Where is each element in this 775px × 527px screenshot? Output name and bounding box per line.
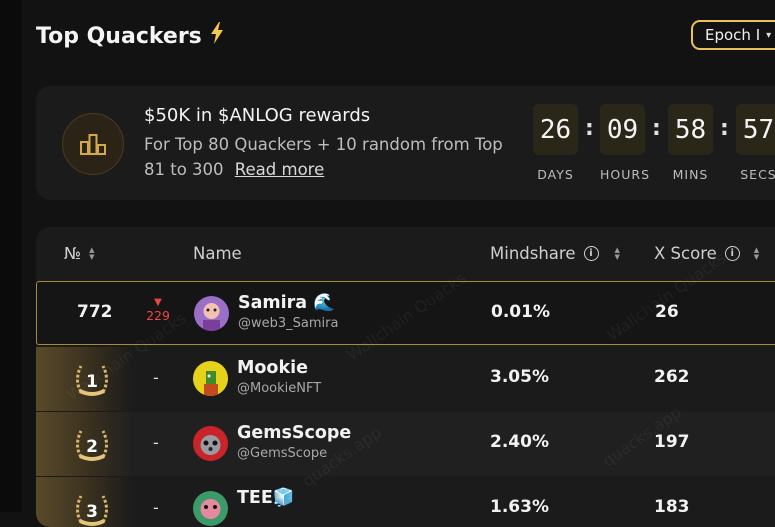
user-name: GemsScope [237, 423, 352, 443]
read-more-link[interactable]: Read more [235, 160, 324, 179]
countdown-separator: : [652, 116, 661, 141]
user-name: TEE🧊 [237, 488, 295, 508]
laurel-badge-icon: 2 [71, 423, 113, 465]
rewards-description: For Top 80 Quackers + 10 random from Top… [144, 135, 503, 179]
countdown-separator: : [720, 116, 729, 141]
page-title: Top Quackers [36, 22, 224, 50]
xscore-value: 262 [654, 367, 690, 387]
user-name: Samira 🌊 [238, 293, 335, 313]
rank-change: - [153, 433, 159, 452]
mindshare-value: 2.40% [490, 432, 549, 452]
avatar [193, 426, 228, 461]
table-header: № ▲ ▼ Name Mindshare i ▲ ▼ X Score i ▲ ▼ [36, 227, 775, 284]
user-handle: @GemsScope [237, 446, 328, 461]
column-xscore[interactable]: X Score i ▲ ▼ [654, 244, 759, 263]
laurel-badge-icon: 3 [71, 488, 113, 527]
left-sidebar-edge [0, 0, 22, 512]
column-name: Name [193, 244, 242, 263]
xscore-value: 26 [655, 302, 679, 322]
user-name: Mookie [237, 358, 308, 378]
countdown-separator: : [585, 116, 594, 141]
countdown-mins: 58 MINS [668, 104, 713, 182]
chevron-down-icon: ▾ [766, 29, 772, 41]
laurel-badge-icon: 1 [71, 358, 113, 400]
table-row[interactable]: 2 - GemsScope @GemsScope 2.40% 197 [36, 412, 775, 476]
table-row[interactable]: 3 - TEE🧊 1.63% 183 [36, 477, 775, 527]
sort-icon: ▲ ▼ [89, 245, 95, 261]
current-user-row[interactable]: 772 ▼ 229 Samira 🌊 @web3_Samira 0.01% 26 [36, 281, 775, 345]
avatar [193, 491, 228, 526]
rewards-banner: $50K in $ANLOG rewards For Top 80 Quacke… [36, 86, 775, 200]
column-rank[interactable]: № ▲ ▼ [64, 244, 95, 263]
lightning-bolt-icon [210, 22, 224, 50]
mindshare-value: 1.63% [490, 497, 549, 517]
trophy-podium-icon [62, 113, 124, 175]
sort-icon: ▲ ▼ [614, 245, 620, 261]
info-icon[interactable]: i [724, 246, 740, 261]
user-handle: @MookieNFT [237, 381, 322, 396]
mindshare-value: 3.05% [490, 367, 549, 387]
countdown-secs: 57 SECS [736, 104, 775, 182]
mindshare-value: 0.01% [491, 302, 550, 322]
xscore-value: 197 [654, 432, 690, 452]
rank-number: 772 [77, 302, 113, 322]
countdown-hours: 09 HOURS [600, 104, 650, 182]
epoch-select[interactable]: Epoch I ▾ [691, 20, 775, 50]
leaderboard-table: № ▲ ▼ Name Mindshare i ▲ ▼ X Score i ▲ ▼ 77… [36, 227, 775, 527]
sort-icon: ▲ ▼ [753, 245, 760, 261]
table-row[interactable]: 1 - Mookie @MookieNFT 3.05% 262 [36, 347, 775, 411]
avatar [194, 296, 229, 331]
rank-change-down: ▼ 229 [146, 297, 170, 324]
countdown-days: 26 DAYS [533, 104, 578, 182]
rewards-title: $50K in $ANLOG rewards [144, 105, 371, 126]
user-handle: @web3_Samira [238, 316, 339, 331]
xscore-value: 183 [654, 497, 690, 517]
rank-change: - [153, 368, 159, 387]
avatar [193, 361, 228, 396]
column-mindshare[interactable]: Mindshare i ▲ ▼ [490, 244, 620, 263]
triangle-down-icon: ▼ [154, 297, 162, 308]
info-icon[interactable]: i [583, 246, 599, 261]
rank-change: - [153, 498, 159, 517]
